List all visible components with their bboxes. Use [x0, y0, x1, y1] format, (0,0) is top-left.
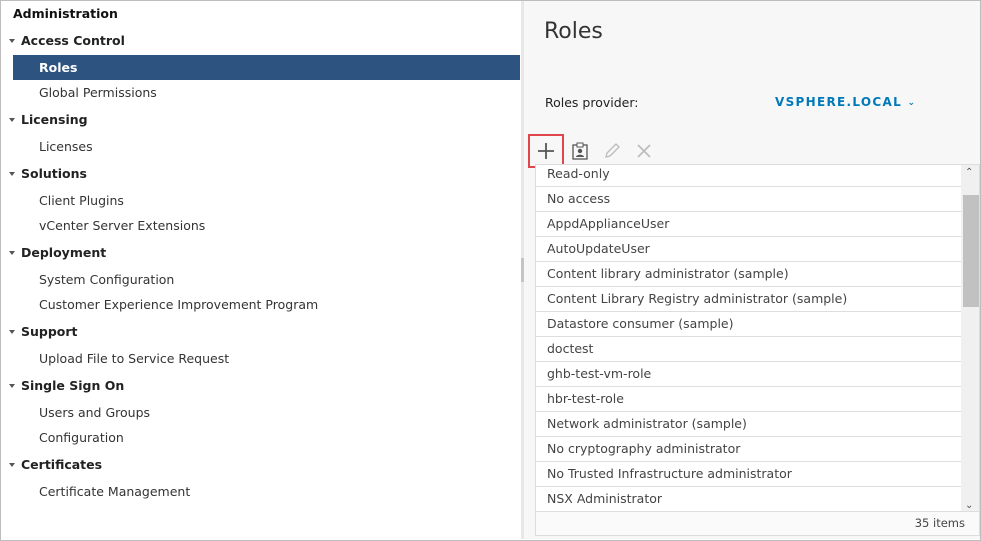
scroll-up-icon[interactable]: ⌃	[965, 167, 973, 178]
caret-down-icon	[9, 172, 15, 176]
nav-item[interactable]: vCenter Server Extensions	[13, 213, 520, 238]
nav-group-label: Licensing	[21, 112, 88, 127]
roles-rows: Read-only No access AppdApplianceUser AutoU…	[536, 165, 961, 512]
nav-group-header[interactable]: Single Sign On	[1, 373, 521, 398]
nav-group-header[interactable]: Licensing	[1, 107, 521, 132]
nav-item[interactable]: Roles	[13, 55, 520, 80]
nav-group-label: Deployment	[21, 245, 107, 260]
role-row[interactable]: hbr-test-role	[536, 387, 961, 412]
scroll-down-icon[interactable]: ⌄	[965, 500, 973, 511]
nav-group-header[interactable]: Access Control	[1, 28, 521, 53]
roles-provider-dropdown[interactable]: VSPHERE.LOCAL ⌄	[775, 95, 915, 109]
nav-group-label: Certificates	[21, 457, 103, 472]
nav-group: Single Sign On Users and Groups Configurat…	[1, 373, 521, 450]
nav-group-label: Support	[21, 324, 78, 339]
role-row[interactable]: Datastore consumer (sample)	[536, 312, 961, 337]
sidebar-nav: Access Control Roles Global Permissions Lic…	[1, 28, 521, 506]
pencil-icon	[605, 143, 620, 158]
delete-role-button[interactable]	[626, 135, 662, 167]
clone-role-icon	[572, 142, 588, 160]
edit-role-button[interactable]	[594, 135, 630, 167]
nav-group-header[interactable]: Certificates	[1, 452, 521, 477]
list-footer: 35 items	[536, 511, 979, 535]
role-row[interactable]: AutoUpdateUser	[536, 237, 961, 262]
nav-item[interactable]: Client Plugins	[13, 188, 520, 213]
nav-group-label: Solutions	[21, 166, 87, 181]
scrollbar-thumb[interactable]	[963, 195, 979, 307]
nav-item[interactable]: Customer Experience Improvement Program	[13, 292, 520, 317]
clone-role-button[interactable]	[562, 135, 598, 167]
nav-group-header[interactable]: Support	[1, 319, 521, 344]
nav-item[interactable]: Global Permissions	[13, 80, 520, 105]
scrollbar[interactable]: ⌃ ⌄	[961, 165, 979, 513]
role-row[interactable]: NSX Administrator	[536, 487, 961, 512]
role-row[interactable]: Content library administrator (sample)	[536, 262, 961, 287]
main-panel: Roles Roles provider: VSPHERE.LOCAL ⌄ Re…	[524, 1, 980, 539]
nav-group: Solutions Client Plugins vCenter Server Ex…	[1, 161, 521, 238]
nav-item[interactable]: System Configuration	[13, 267, 520, 292]
roles-provider-value: VSPHERE.LOCAL	[775, 95, 903, 109]
caret-down-icon	[9, 330, 15, 334]
role-row[interactable]: AppdApplianceUser	[536, 212, 961, 237]
chevron-down-icon: ⌄	[907, 98, 916, 108]
role-row[interactable]: Read-only	[536, 165, 961, 187]
role-row[interactable]: No Trusted Infrastructure administrator	[536, 462, 961, 487]
nav-item[interactable]: Upload File to Service Request	[13, 346, 520, 371]
nav-group: Licensing Licenses	[1, 107, 521, 159]
nav-group-label: Single Sign On	[21, 378, 125, 393]
x-icon	[637, 144, 651, 158]
nav-group: Access Control Roles Global Permissions	[1, 28, 521, 105]
role-row[interactable]: No cryptography administrator	[536, 437, 961, 462]
caret-down-icon	[9, 39, 15, 43]
role-row[interactable]: Network administrator (sample)	[536, 412, 961, 437]
nav-item[interactable]: Licenses	[13, 134, 520, 159]
role-row[interactable]: ghb-test-vm-role	[536, 362, 961, 387]
roles-list: Read-only No access AppdApplianceUser AutoU…	[535, 164, 980, 536]
nav-item[interactable]: Configuration	[13, 425, 520, 450]
roles-provider-label: Roles provider:	[545, 95, 639, 110]
nav-group: Certificates Certificate Management	[1, 452, 521, 504]
item-count: 35 items	[914, 516, 965, 530]
caret-down-icon	[9, 463, 15, 467]
nav-group-header[interactable]: Solutions	[1, 161, 521, 186]
sidebar-title: Administration	[13, 6, 118, 21]
nav-item[interactable]: Certificate Management	[13, 479, 520, 504]
role-row[interactable]: Content Library Registry administrator (…	[536, 287, 961, 312]
role-row[interactable]: doctest	[536, 337, 961, 362]
nav-group: Support Upload File to Service Request	[1, 319, 521, 371]
page-title: Roles	[544, 19, 603, 44]
caret-down-icon	[9, 384, 15, 388]
add-role-button[interactable]	[528, 134, 564, 168]
caret-down-icon	[9, 118, 15, 122]
plus-icon	[538, 143, 554, 159]
sidebar: Administration Access Control Roles Global…	[1, 1, 521, 539]
caret-down-icon	[9, 251, 15, 255]
nav-item[interactable]: Users and Groups	[13, 400, 520, 425]
nav-group: Deployment System Configuration Customer E…	[1, 240, 521, 317]
nav-group-label: Access Control	[21, 33, 125, 48]
role-row[interactable]: No access	[536, 187, 961, 212]
nav-group-header[interactable]: Deployment	[1, 240, 521, 265]
